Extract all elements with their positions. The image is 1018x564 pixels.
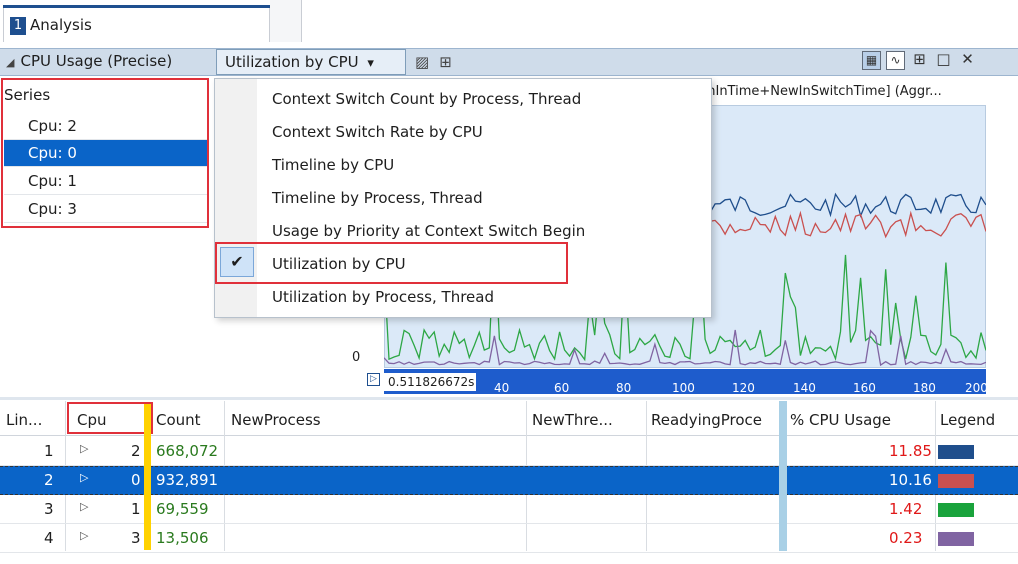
cpu3-line (384, 329, 986, 367)
table-row[interactable] (0, 495, 1018, 524)
count-cell: 668,072 (156, 442, 219, 460)
splitter[interactable] (0, 397, 1018, 400)
time-axis-start-label: 0.511826672s (384, 373, 476, 391)
graph-only-view-icon[interactable]: ∿ (886, 51, 905, 70)
cpu-usage-cell: 0.23 (889, 529, 923, 547)
column-header-readyingprocess[interactable]: ReadyingProce (651, 411, 775, 429)
menu-item-context-switch-count[interactable]: Context Switch Count by Process, Thread (272, 90, 581, 108)
x-tick-label: 160 (853, 381, 876, 395)
chart-options-icon[interactable]: ▨ (415, 53, 429, 71)
menu-highlight-box (215, 242, 568, 284)
x-tick-label: 120 (732, 381, 755, 395)
grouping-bar[interactable] (144, 404, 151, 550)
column-header-newthread[interactable]: NewThre... (532, 411, 613, 429)
count-cell: 69,559 (156, 500, 209, 518)
cpu-cell: 2 (131, 442, 141, 460)
collapse-triangle-icon[interactable]: ◢ (6, 56, 14, 69)
preset-dropdown-label: Utilization by CPU (225, 53, 359, 71)
cpu-usage-cell: 10.16 (889, 471, 932, 489)
count-cell: 13,506 (156, 529, 209, 547)
expand-row-icon[interactable]: ▷ (80, 500, 88, 513)
line-cell: 1 (44, 442, 54, 460)
chevron-down-icon: ▾ (367, 56, 374, 71)
table-row[interactable] (0, 466, 1018, 495)
column-header-count[interactable]: Count (156, 411, 201, 429)
menu-item-context-switch-rate[interactable]: Context Switch Rate by CPU (272, 123, 483, 141)
legend-swatch (938, 503, 974, 517)
menu-item-usage-by-priority[interactable]: Usage by Priority at Context Switch Begi… (272, 222, 585, 240)
graph-title-label: CPU Usage (Precise) (20, 52, 173, 70)
analysis-tab-title[interactable]: Analysis (30, 16, 92, 34)
scroll-to-start-icon[interactable]: ▷ (367, 373, 380, 386)
grid-options-icon[interactable]: ⊞ (439, 53, 452, 71)
expand-row-icon[interactable]: ▷ (80, 529, 88, 542)
preset-dropdown[interactable]: Utilization by CPU ▾ (216, 49, 406, 75)
legend-swatch (938, 445, 974, 459)
legend-swatch (938, 474, 974, 488)
x-tick-label: 200 (965, 381, 988, 395)
analysis-tab-number: 1 (10, 17, 26, 35)
cpu-cell: 1 (131, 500, 141, 518)
legend-swatch (938, 532, 974, 546)
cpu-cell: 0 (131, 471, 141, 489)
table-row[interactable] (0, 524, 1018, 553)
column-header-legend[interactable]: Legend (940, 411, 995, 429)
column-header-newprocess[interactable]: NewProcess (231, 411, 321, 429)
x-tick-label: 40 (494, 381, 510, 395)
close-icon[interactable]: ✕ (958, 51, 977, 70)
x-tick-label: 140 (793, 381, 816, 395)
line-cell: 4 (44, 529, 54, 547)
table-only-view-icon[interactable]: ⊞ (910, 51, 929, 70)
line-cell: 3 (44, 500, 54, 518)
column-header-cpu-usage[interactable]: % CPU Usage (790, 411, 891, 429)
cpu-column-highlight-box (67, 402, 153, 434)
column-header-line[interactable]: Lin... (6, 411, 42, 429)
series-highlight-box (1, 78, 209, 228)
graph-tool-icons: ▨ ⊞ (415, 53, 452, 71)
chart-title: tchInTime+NewInSwitchTime] (Aggr... (695, 84, 942, 99)
analysis-tab-accent (3, 5, 270, 8)
menu-item-timeline-by-process[interactable]: Timeline by Process, Thread (272, 189, 483, 207)
x-tick-label: 180 (913, 381, 936, 395)
graph-title-button[interactable]: ◢ CPU Usage (Precise) (6, 52, 172, 70)
line-cell: 2 (44, 471, 54, 489)
cpu-usage-cell: 11.85 (889, 442, 932, 460)
view-mode-buttons: ▦ ∿ ⊞ □ ✕ (862, 50, 1012, 74)
y-axis-zero-label: 0 (352, 350, 361, 365)
x-tick-label: 100 (672, 381, 695, 395)
tab-strip-filler (270, 0, 302, 42)
x-tick-label: 80 (616, 381, 632, 395)
graphing-bar[interactable] (779, 401, 787, 551)
cpu-usage-cell: 1.42 (889, 500, 923, 518)
expand-row-icon[interactable]: ▷ (80, 442, 88, 455)
maximize-icon[interactable]: □ (934, 51, 953, 70)
menu-item-utilization-by-process[interactable]: Utilization by Process, Thread (272, 288, 494, 306)
graph-and-table-view-icon[interactable]: ▦ (862, 51, 881, 70)
menu-item-timeline-by-cpu[interactable]: Timeline by CPU (272, 156, 394, 174)
table-row[interactable] (0, 437, 1018, 466)
x-tick-label: 60 (554, 381, 570, 395)
expand-row-icon[interactable]: ▷ (80, 471, 88, 484)
cpu-cell: 3 (131, 529, 141, 547)
count-cell: 932,891 (156, 471, 219, 489)
